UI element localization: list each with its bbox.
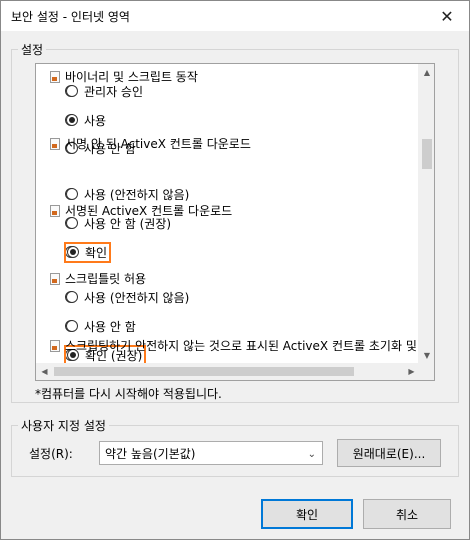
radio-option-label: 사용 안 함 (84, 319, 136, 334)
radio-option-content: 사용 (안전하지 않음) (66, 186, 189, 203)
settings-list: 바이너리 및 스크립트 동작 관리자 승인 사용 사용 안 함 서명 안 된 Activ… (36, 64, 420, 364)
radio-option[interactable]: 관리자 승인 (65, 85, 143, 99)
radio-option-content: 사용 안 함 (66, 318, 136, 335)
ok-button[interactable]: 확인 (261, 499, 353, 529)
radio-option-label: 확인 (85, 245, 108, 260)
settings-category-icon (50, 204, 60, 217)
title-bar: 보안 설정 - 인터넷 영역 ✕ (1, 1, 469, 31)
settings-category-icon (50, 137, 60, 150)
radio-option[interactable]: 사용 안 함 (65, 320, 136, 334)
category-label: 서명 안 된 ActiveX 컨트롤 다운로드 (65, 137, 251, 151)
settings-category-icon (50, 272, 60, 285)
vertical-scrollbar[interactable]: ▲ ▼ (418, 64, 434, 364)
category-heading: 스크립팅하기 안전하지 않는 것으로 표시된 ActiveX 컨트롤 초기화 및 (50, 337, 417, 354)
custom-settings-group-label: 사용자 지정 설정 (18, 417, 109, 434)
radio-option-label: 관리자 승인 (84, 84, 144, 99)
settings-listbox[interactable]: 바이너리 및 스크립트 동작 관리자 승인 사용 사용 안 함 서명 안 된 Activ… (35, 63, 435, 381)
radio-option-content: 사용 (66, 112, 106, 129)
radio-option[interactable]: 사용 (안전하지 않음) (65, 291, 189, 305)
category-label: 서명된 ActiveX 컨트롤 다운로드 (65, 204, 233, 218)
scroll-down-icon[interactable]: ▼ (419, 347, 434, 364)
radio-option-label: 사용 (84, 113, 107, 128)
settings-group-label: 설정 (18, 41, 47, 58)
category-heading: 스크립틀릿 허용 (50, 270, 146, 287)
scroll-left-icon[interactable]: ◀ (36, 363, 53, 380)
vertical-scroll-thumb[interactable] (422, 139, 432, 169)
radio-option[interactable]: 사용 (안전하지 않음) (65, 188, 189, 202)
radio-option-content: 사용 (안전하지 않음) (66, 289, 189, 306)
radio-option[interactable]: 확인 (63, 241, 112, 263)
settings-category-icon (50, 339, 60, 352)
radio-unchecked-icon[interactable] (66, 291, 78, 303)
settings-category-icon (50, 70, 60, 83)
reset-button[interactable]: 원래대로(E)... (337, 439, 441, 467)
radio-checked-icon[interactable] (67, 246, 79, 258)
category-label: 스크립팅하기 안전하지 않는 것으로 표시된 ActiveX 컨트롤 초기화 및 (65, 339, 417, 353)
cancel-button[interactable]: 취소 (363, 499, 451, 529)
radio-option[interactable]: 사용 (65, 114, 106, 128)
radio-unchecked-icon[interactable] (66, 85, 78, 97)
security-level-select[interactable]: 약간 높음(기본값) ⌄ (99, 441, 323, 465)
radio-option-label: 사용 (안전하지 않음) (84, 290, 190, 305)
scrollbar-corner (418, 363, 434, 380)
window-title: 보안 설정 - 인터넷 영역 (11, 10, 130, 24)
horizontal-scroll-thumb[interactable] (54, 367, 354, 376)
scroll-up-icon[interactable]: ▲ (419, 64, 434, 81)
category-heading: 서명 안 된 ActiveX 컨트롤 다운로드 (50, 135, 251, 152)
horizontal-scrollbar[interactable]: ◀ ▶ (36, 363, 420, 380)
highlighted-option: 확인 (63, 241, 112, 263)
radio-option-label: 사용 (안전하지 않음) (84, 187, 190, 202)
category-heading: 서명된 ActiveX 컨트롤 다운로드 (50, 202, 232, 219)
chevron-down-icon: ⌄ (307, 449, 316, 460)
category-label: 스크립틀릿 허용 (65, 272, 147, 286)
restart-note: *컴퓨터를 다시 시작해야 적용됩니다. (35, 387, 222, 401)
radio-unchecked-icon[interactable] (66, 188, 78, 200)
close-icon[interactable]: ✕ (425, 1, 469, 31)
radio-unchecked-icon[interactable] (66, 320, 78, 332)
radio-option-content: 관리자 승인 (66, 83, 143, 100)
setting-select-label: 설정(R): (29, 447, 73, 461)
security-level-value: 약간 높음(기본값) (105, 446, 196, 461)
radio-checked-icon[interactable] (66, 114, 78, 126)
security-settings-dialog: 보안 설정 - 인터넷 영역 ✕ 설정 바이너리 및 스크립트 동작 관리자 승인… (0, 0, 470, 540)
